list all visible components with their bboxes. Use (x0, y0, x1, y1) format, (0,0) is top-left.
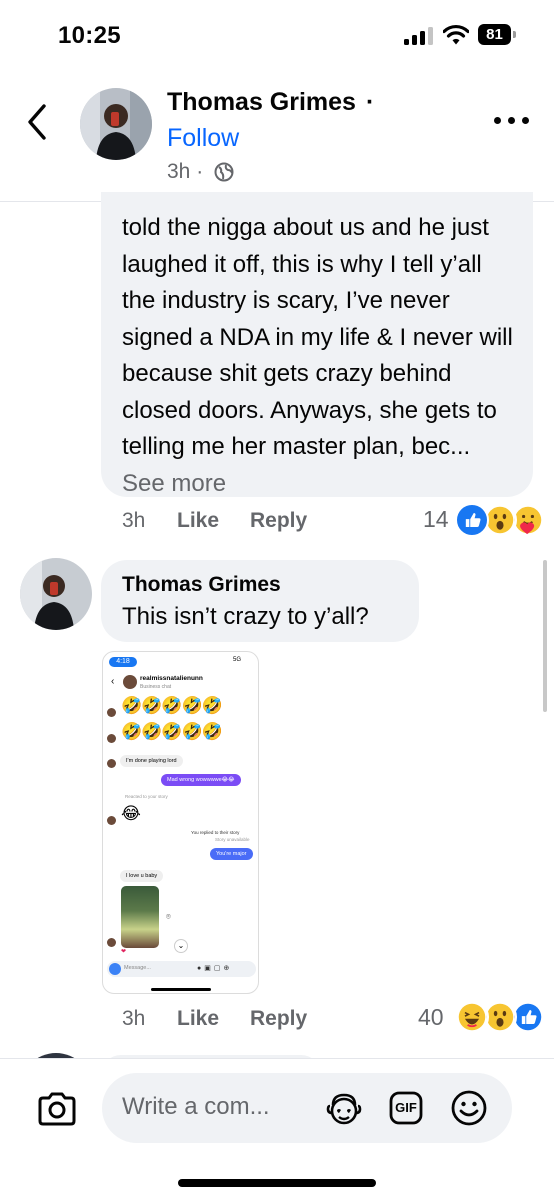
scrollbar-thumb[interactable] (543, 560, 547, 712)
mini-status-time: 4:18 (109, 657, 137, 667)
gif-icon[interactable]: GIF (389, 1091, 423, 1125)
mini-subtitle: Business chat (140, 684, 172, 690)
globe-icon (214, 162, 234, 182)
like-reaction-icon (455, 503, 489, 537)
see-more-link[interactable]: See more (122, 470, 226, 497)
signal-icon (404, 27, 434, 45)
battery-icon: 81 (478, 24, 516, 45)
comment-input-placeholder: Write a com... (122, 1093, 270, 1120)
status-bar: 10:25 81 (0, 0, 554, 70)
gif-label: GIF (395, 1100, 417, 1115)
mini-sender-avatar (107, 816, 116, 825)
follow-button[interactable]: Follow (167, 124, 239, 153)
commenter-avatar[interactable] (20, 558, 92, 630)
author-name[interactable]: Thomas Grimes (167, 88, 356, 117)
mini-message-sent: You're major (210, 848, 253, 860)
like-button[interactable]: Like (177, 1007, 219, 1031)
mini-emoji: 😂 (121, 804, 141, 823)
mini-message: I love u baby (120, 870, 164, 882)
reply-button[interactable]: Reply (250, 1007, 307, 1031)
mini-note: Reacted to your story (125, 794, 168, 799)
avatar-sticker-icon[interactable] (326, 1091, 362, 1127)
mini-message-placeholder: Message... (124, 965, 151, 971)
haha-reaction-icon (455, 1000, 489, 1034)
reactions[interactable] (455, 1000, 545, 1034)
attached-screenshot[interactable]: 4:18 5G ‹ realmissnatalienunn Business c… (102, 651, 259, 994)
mini-story-photo (121, 886, 159, 948)
mini-note: Story unavailable (215, 837, 250, 842)
mini-network: 5G (233, 657, 242, 663)
camera-icon[interactable] (36, 1089, 78, 1129)
post-time: 3h · (167, 160, 204, 183)
post-header: Thomas Grimes · Follow 3h · (0, 70, 554, 202)
like-button[interactable]: Like (177, 509, 219, 533)
more-dots-icon[interactable] (494, 114, 530, 128)
mini-note: You replied to their story (191, 830, 240, 835)
status-time: 10:25 (58, 22, 121, 49)
comment-time: 3h (122, 1007, 146, 1030)
mini-back-icon: ‹ (111, 676, 115, 687)
mini-emoji-row: 🤣🤣🤣🤣🤣 (121, 696, 223, 715)
reactions[interactable] (455, 503, 545, 537)
comment-input[interactable]: Write a com... GIF (102, 1073, 512, 1143)
comment-time: 3h (122, 509, 146, 532)
mini-heart-icon: ❤ (121, 949, 127, 955)
comment-bubble: Thomas Grimes This isn’t crazy to y’all? (101, 560, 419, 642)
mini-share-icon: ⌾ (166, 912, 171, 921)
mini-message-sent: Mad wrong wowwwwe😂😂 (161, 774, 241, 786)
mini-sender-avatar (107, 734, 116, 743)
reaction-count[interactable]: 40 (418, 1004, 444, 1031)
emoji-icon[interactable] (450, 1089, 488, 1127)
comment-text: This isn’t crazy to y’all? (122, 603, 369, 630)
mini-sender-avatar (107, 938, 116, 947)
comment-text: told the nigga about us and he just laug… (122, 214, 513, 497)
author-avatar[interactable] (80, 88, 152, 160)
comment-bubble: told the nigga about us and he just laug… (101, 192, 533, 497)
mini-sender-avatar (107, 708, 116, 717)
mini-sender-avatar (107, 759, 116, 768)
back-chevron-icon[interactable] (22, 100, 52, 144)
reply-button[interactable]: Reply (250, 509, 307, 533)
mini-emoji-row: 🤣🤣🤣🤣🤣 (121, 722, 223, 741)
comment-actions: 3h Like Reply (122, 1007, 422, 1033)
name-separator: · (366, 88, 375, 116)
mini-message-bar: Message... ●▣▢⊕ (107, 961, 256, 977)
mini-avatar (123, 675, 137, 689)
mini-message: I'm done playing lord (120, 755, 183, 767)
mini-username: realmissnatalienunn (140, 675, 203, 682)
battery-level: 81 (478, 24, 511, 45)
mini-scroll-down-icon: ⌄ (174, 939, 188, 953)
commenter-name[interactable]: Thomas Grimes (122, 573, 398, 597)
comment-actions: 3h Like Reply (122, 509, 422, 535)
comment-composer: Write a com... GIF (0, 1058, 554, 1200)
wifi-icon (443, 24, 469, 45)
mini-home-bar (151, 988, 211, 991)
home-indicator (178, 1179, 376, 1187)
reaction-count[interactable]: 14 (423, 506, 449, 533)
